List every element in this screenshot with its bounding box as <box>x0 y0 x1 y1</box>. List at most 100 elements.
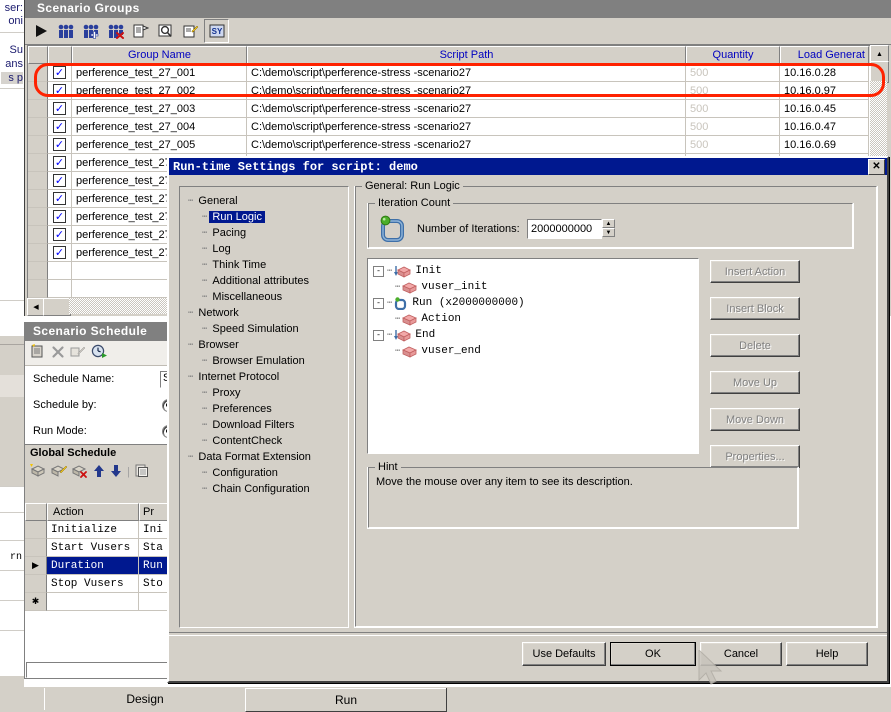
rename-schedule-icon[interactable] <box>70 345 86 362</box>
cell-group-name[interactable]: perference_test_27_001 <box>72 64 247 82</box>
row-checkbox-cell[interactable]: ✓ <box>48 136 72 154</box>
checkbox-icon[interactable]: ✓ <box>53 156 66 169</box>
cell-group-name[interactable]: perference_test_27_004 <box>72 118 247 136</box>
insert-action-button[interactable]: Insert Action <box>710 260 800 283</box>
tree-item-proxy[interactable]: ⋯ Proxy <box>180 385 348 401</box>
row-selector-cell[interactable] <box>28 172 48 190</box>
cell-script-path[interactable]: C:\demo\script\perference-stress -scenar… <box>247 82 686 100</box>
checkbox-icon[interactable]: ✓ <box>53 84 66 97</box>
tree-item-contentcheck[interactable]: ⋯ ContentCheck <box>180 433 348 449</box>
tree-item-additional-attributes[interactable]: ⋯ Additional attributes <box>180 273 348 289</box>
table-row[interactable]: ✓ perference_test_27_002 C:\demo\script\pe… <box>28 82 871 100</box>
tree-item-internet-protocol[interactable]: ⋯ Internet Protocol <box>180 369 348 385</box>
cell-group-name[interactable]: perference_test_27_005 <box>72 136 247 154</box>
logic-tree-item[interactable]: - ⋯ Run (x2000000000) <box>371 295 698 311</box>
move-up-button[interactable]: Move Up <box>710 371 800 394</box>
add-action-icon[interactable] <box>30 463 46 481</box>
cell-load-generator[interactable]: 10.16.0.69 <box>780 136 869 154</box>
cell-script-path[interactable]: C:\demo\script\perference-stress -scenar… <box>247 136 686 154</box>
close-icon[interactable]: ✕ <box>868 158 885 175</box>
remove-vusers-icon[interactable] <box>104 20 127 42</box>
row-selector-cell[interactable] <box>28 262 48 280</box>
expander-icon[interactable]: - <box>373 329 384 341</box>
h-scroll-thumb[interactable] <box>43 298 71 316</box>
list-item[interactable]: Initialize Ini <box>25 521 171 539</box>
cell-action[interactable] <box>47 593 139 611</box>
row-checkbox-cell[interactable] <box>48 280 72 298</box>
list-item[interactable]: Start Vusers Sta <box>25 539 171 557</box>
tree-item-network[interactable]: ⋯ Network <box>180 305 348 321</box>
cell-load-generator[interactable]: 10.16.0.28 <box>780 64 869 82</box>
table-row[interactable]: ✓ perference_test_27_003 C:\demo\script\pe… <box>28 100 871 118</box>
use-defaults-button[interactable]: Use Defaults <box>522 642 606 666</box>
tree-item-chain-configuration[interactable]: ⋯ Chain Configuration <box>180 481 348 497</box>
tree-item-pacing[interactable]: ⋯ Pacing <box>180 225 348 241</box>
tree-item-browser-emulation[interactable]: ⋯ Browser Emulation <box>180 353 348 369</box>
checkbox-icon[interactable]: ✓ <box>53 138 66 151</box>
gs-header-action[interactable]: Action <box>47 503 139 521</box>
move-down-button[interactable]: Move Down <box>710 408 800 431</box>
list-item[interactable]: ▶ Duration Run <box>25 557 171 575</box>
cell-script-path[interactable]: C:\demo\script\perference-stress -scenar… <box>247 64 686 82</box>
row-checkbox-cell[interactable]: ✓ <box>48 64 72 82</box>
row-checkbox-cell[interactable] <box>48 262 72 280</box>
cell-action[interactable]: Stop Vusers <box>47 575 139 593</box>
row-selector-cell[interactable] <box>28 136 48 154</box>
row-marker[interactable]: ✱ <box>25 593 47 611</box>
cell-load-generator[interactable]: 10.16.0.97 <box>780 82 869 100</box>
tree-item-general[interactable]: ⋯ General <box>180 193 348 209</box>
tree-item-data-format-extension[interactable]: ⋯ Data Format Extension <box>180 449 348 465</box>
logic-tree-item[interactable]: - ⋯ End <box>371 327 698 343</box>
expander-icon[interactable]: - <box>373 265 384 277</box>
copy-icon[interactable] <box>135 464 149 481</box>
tree-item-run-logic[interactable]: ⋯ Run Logic <box>180 209 348 225</box>
row-selector-cell[interactable] <box>28 244 48 262</box>
vusers-icon[interactable] <box>54 20 77 42</box>
view-script-icon[interactable] <box>154 20 177 42</box>
row-checkbox-cell[interactable]: ✓ <box>48 82 72 100</box>
move-up-icon[interactable] <box>93 464 105 481</box>
cell-load-generator[interactable]: 10.16.0.47 <box>780 118 869 136</box>
tree-item-miscellaneous[interactable]: ⋯ Miscellaneous <box>180 289 348 305</box>
iterations-input[interactable]: 2000000000 <box>527 219 602 239</box>
tree-item-preferences[interactable]: ⋯ Preferences <box>180 401 348 417</box>
row-selector-cell[interactable] <box>28 118 48 136</box>
row-checkbox-cell[interactable]: ✓ <box>48 208 72 226</box>
tree-item-think-time[interactable]: ⋯ Think Time <box>180 257 348 273</box>
iterations-spinner[interactable]: ▲ ▼ <box>602 219 615 237</box>
add-vusers-icon[interactable] <box>79 20 102 42</box>
tab-run[interactable]: Run <box>245 688 447 712</box>
tree-item-log[interactable]: ⋯ Log <box>180 241 348 257</box>
row-checkbox-cell[interactable]: ✓ <box>48 154 72 172</box>
logic-tree-item[interactable]: ⋯ vuser_end <box>371 343 698 359</box>
details-icon[interactable] <box>129 20 152 42</box>
grid-header-quantity[interactable]: Quantity <box>686 46 780 64</box>
edit-action-icon[interactable] <box>50 464 68 481</box>
list-item[interactable]: Stop Vusers Sto <box>25 575 171 593</box>
cell-quantity[interactable]: 500 <box>686 82 780 100</box>
logic-tree-item[interactable]: ⋯ vuser_init <box>371 279 698 295</box>
cell-quantity[interactable]: 500 <box>686 64 780 82</box>
checkbox-icon[interactable]: ✓ <box>53 66 66 79</box>
settings-tree-panel[interactable]: ⋯ General ⋯ Run Logic ⋯ Pacing ⋯ Log ⋯ Think Time… <box>179 186 349 628</box>
row-selector-cell[interactable] <box>28 226 48 244</box>
cell-action[interactable]: Initialize <box>47 521 139 539</box>
summary-icon[interactable]: SY <box>204 19 229 43</box>
row-selector-cell[interactable] <box>28 190 48 208</box>
run-logic-tree[interactable]: - ⋯ Init ⋯ vuser_init - ⋯ Run (x2000000000) ⋯ Act… <box>367 258 699 454</box>
schedule-clock-icon[interactable] <box>91 344 107 362</box>
row-checkbox-cell[interactable]: ✓ <box>48 100 72 118</box>
logic-tree-item[interactable]: - ⋯ Init <box>371 263 698 279</box>
ok-button[interactable]: OK <box>610 642 696 666</box>
scroll-thumb[interactable] <box>870 61 889 83</box>
row-marker[interactable] <box>25 521 47 539</box>
row-checkbox-cell[interactable]: ✓ <box>48 226 72 244</box>
row-marker[interactable] <box>25 575 47 593</box>
cell-group-name[interactable]: perference_test_27_002 <box>72 82 247 100</box>
tree-item-speed-simulation[interactable]: ⋯ Speed Simulation <box>180 321 348 337</box>
row-marker[interactable]: ▶ <box>25 557 47 575</box>
row-selector-cell[interactable] <box>28 208 48 226</box>
run-icon[interactable] <box>29 20 52 42</box>
row-checkbox-cell[interactable]: ✓ <box>48 244 72 262</box>
row-selector-cell[interactable] <box>28 82 48 100</box>
